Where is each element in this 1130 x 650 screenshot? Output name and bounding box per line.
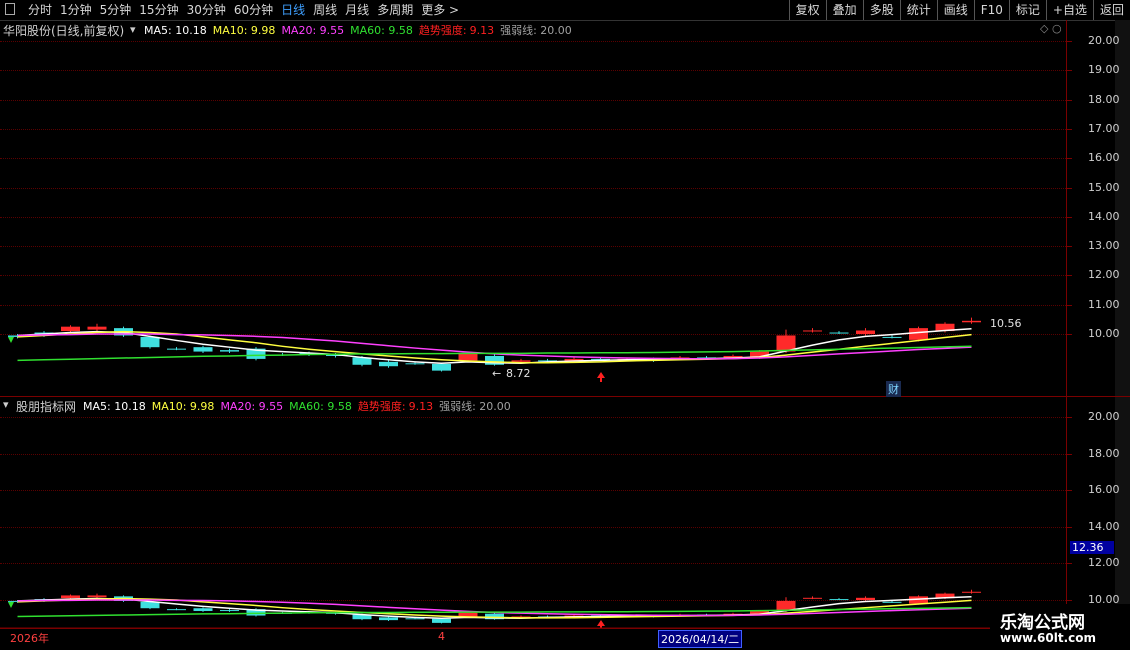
y-tick-label: 20.00 — [1088, 34, 1120, 47]
y-tick-mark — [1066, 600, 1072, 601]
candle-body — [882, 336, 902, 338]
y-tick-label: 12.00 — [1088, 268, 1120, 282]
y-tick-mark — [1066, 158, 1072, 160]
y-tick-label: 16.00 — [1088, 483, 1120, 497]
y-tick-label: 11.00 — [1088, 297, 1120, 311]
y-tick-label: 14.00 — [1088, 519, 1120, 533]
buy-arrow-icon — [597, 372, 605, 382]
high-price-label: 10.56 — [990, 317, 1022, 330]
y-tick-label: 13.00 — [1088, 239, 1120, 253]
candle-body-sub — [379, 617, 398, 621]
y-tick-mark — [1066, 70, 1072, 72]
candle-body-sub — [87, 595, 107, 598]
candle-body-sub — [882, 601, 902, 603]
xaxis-separator — [0, 628, 1130, 629]
y-tick-mark — [1066, 246, 1072, 248]
candle-body — [803, 330, 822, 332]
candle-body — [193, 347, 213, 352]
candle-body-sub — [856, 597, 875, 600]
y-tick-mark — [1066, 187, 1072, 189]
candle-body — [405, 363, 425, 365]
xaxis-cursor-date: 2026/04/14/二 — [658, 630, 743, 648]
y-tick-label: 10.00 — [1088, 327, 1120, 340]
y-tick-label: 18.00 — [1088, 446, 1120, 460]
y-tick-mark — [1066, 417, 1072, 418]
sell-marker-icon — [8, 337, 14, 343]
candle-body — [87, 326, 107, 330]
y-tick-label: 18.00 — [1088, 92, 1120, 106]
y-tick-label: 12.00 — [1088, 556, 1120, 570]
y-tick-label: 14.00 — [1088, 209, 1120, 223]
candle-body — [61, 326, 80, 332]
y-tick-mark — [1066, 128, 1072, 130]
candle-body-sub — [193, 608, 213, 611]
y-tick-mark — [1066, 99, 1072, 101]
candle-body — [909, 328, 928, 340]
watermark-title: 乐淘公式网 — [1000, 613, 1085, 633]
candle-body-sub — [61, 595, 80, 599]
candlestick-chart[interactable] — [0, 0, 1066, 628]
candle-body-sub — [167, 609, 186, 611]
candle-body — [511, 360, 531, 362]
y-tick-mark — [1066, 563, 1072, 565]
y-tick-label: 19.00 — [1088, 63, 1120, 77]
sell-marker-icon-sub — [8, 602, 14, 608]
candle-body — [167, 348, 186, 350]
finance-badge[interactable]: 财 — [886, 381, 901, 397]
candle-body — [140, 336, 160, 348]
xaxis-month: 4 — [438, 630, 445, 643]
y-tick-mark — [1066, 453, 1072, 455]
candle-body-sub — [220, 610, 239, 612]
candle-body-sub — [962, 591, 981, 593]
y-tick-mark — [1066, 490, 1072, 492]
y-tick-mark — [1066, 41, 1072, 42]
candle-body — [432, 363, 451, 371]
watermark-url: www.60lt.com — [1000, 631, 1097, 645]
y-tick-mark — [1066, 304, 1072, 306]
y-tick-mark — [1066, 526, 1072, 528]
candle-body — [856, 330, 875, 334]
candle-body-sub — [405, 618, 425, 620]
y-tick-mark — [1066, 216, 1072, 218]
candle-body — [829, 332, 849, 334]
candle-body-sub — [829, 599, 849, 601]
xaxis-year: 2026年 — [10, 632, 49, 645]
y-tick-mark — [1066, 334, 1072, 335]
candle-body — [220, 350, 239, 352]
low-price-label: 8.72 — [506, 367, 531, 380]
cursor-value-badge: 12.36 — [1070, 541, 1114, 554]
candle-body-sub — [432, 618, 451, 623]
y-tick-label: 16.00 — [1088, 151, 1120, 165]
candle-body — [962, 320, 981, 323]
buy-arrow-icon-sub — [597, 620, 605, 628]
y-axis-line — [1066, 20, 1067, 628]
y-tick-label: 20.00 — [1088, 410, 1120, 423]
y-tick-label: 15.00 — [1088, 180, 1120, 194]
candle-body-sub — [803, 597, 822, 599]
toolbar-button[interactable]: 返回 — [1092, 0, 1130, 20]
candle-body — [379, 361, 398, 367]
y-tick-label: 17.00 — [1088, 121, 1120, 135]
low-price-label-arrow: ← — [492, 367, 502, 380]
y-tick-mark — [1066, 275, 1072, 277]
